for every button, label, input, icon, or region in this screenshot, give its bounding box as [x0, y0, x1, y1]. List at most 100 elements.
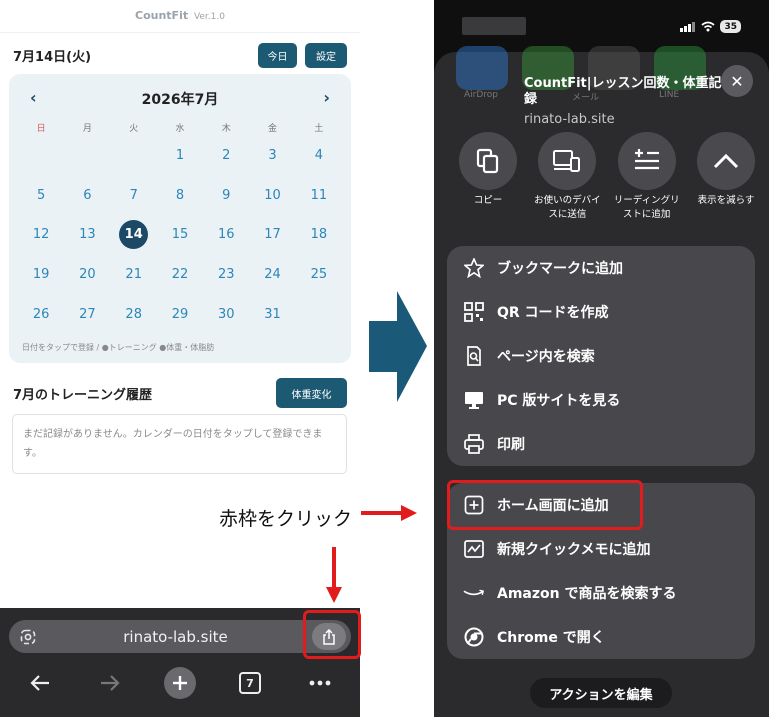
empty-day-cell	[64, 136, 110, 176]
day-number: 14	[119, 220, 149, 250]
url-text[interactable]: rinato-lab.site	[39, 628, 312, 646]
transition-arrow-icon	[369, 291, 427, 402]
weekday-label: 土	[314, 124, 324, 134]
send-to-device-action[interactable]: お使いのデバイスに送信	[531, 132, 603, 222]
find-in-page-item[interactable]: ページ内を検索	[447, 334, 755, 378]
tab-count: 7	[239, 672, 261, 694]
calendar-day[interactable]: 24	[249, 255, 295, 295]
day-number: 27	[79, 306, 96, 322]
empty-day-cell	[18, 136, 64, 176]
amazon-search-label: Amazon で商品を検索する	[497, 586, 677, 602]
empty-day-cell	[296, 294, 342, 334]
calendar-day[interactable]: 13	[64, 215, 110, 255]
calendar-day[interactable]: 1	[157, 136, 203, 176]
edit-actions-button[interactable]: アクションを編集	[530, 678, 672, 708]
share-highlight-frame	[303, 610, 361, 659]
day-number: 10	[264, 187, 281, 203]
calendar-day[interactable]: 7	[111, 176, 157, 216]
add-bookmark-label: ブックマークに追加	[497, 261, 623, 277]
desktop-icon	[465, 392, 483, 409]
calendar-day[interactable]: 6	[64, 176, 110, 216]
more-menu-button[interactable]	[300, 668, 340, 698]
print-label: 印刷	[497, 437, 525, 453]
open-in-chrome-label: Chrome で開く	[497, 630, 605, 646]
airdrop-app-icon[interactable]	[456, 46, 508, 90]
airdrop-label: AirDrop	[464, 90, 499, 100]
create-qr-item[interactable]: QR コードを作成	[447, 290, 755, 334]
address-bar[interactable]: rinato-lab.site	[9, 620, 351, 653]
calendar-day[interactable]: 30	[203, 294, 249, 334]
quick-note-label: 新規クイックメモに追加	[497, 542, 651, 558]
calendar-day[interactable]: 8	[157, 176, 203, 216]
calendar-day[interactable]: 11	[296, 176, 342, 216]
day-number: 1	[175, 148, 185, 164]
print-item[interactable]: 印刷	[447, 422, 755, 466]
reading-list-icon	[634, 149, 659, 170]
day-number: 29	[171, 306, 189, 322]
day-number: 20	[79, 267, 96, 283]
wifi-icon	[701, 21, 716, 32]
header-divider	[0, 32, 360, 33]
day-number: 9	[222, 187, 231, 203]
close-button[interactable]: ✕	[721, 65, 753, 97]
calendar-day[interactable]: 16	[203, 215, 249, 255]
open-in-chrome-item[interactable]: Chrome で開く	[447, 615, 755, 659]
quick-note-item[interactable]: 新規クイックメモに追加	[447, 527, 755, 571]
add-bookmark-item[interactable]: ブックマークに追加	[447, 246, 755, 290]
reading-list-action[interactable]: リーディングリストに追加	[611, 132, 683, 222]
calendar-day[interactable]: 9	[203, 176, 249, 216]
browser-toolbar: 7	[0, 663, 360, 703]
calendar-day[interactable]: 4	[296, 136, 342, 176]
calendar-day[interactable]: 21	[111, 255, 157, 295]
app-header: CountFit Ver.1.0	[0, 0, 360, 32]
weight-change-button[interactable]: 体重変化	[276, 378, 347, 408]
calendar-day[interactable]: 18	[296, 215, 342, 255]
history-empty-message: まだ記録がありません。カレンダーの日付をタップして登録できます。	[12, 414, 347, 474]
today-button[interactable]: 今日	[258, 42, 297, 68]
day-number: 4	[314, 148, 323, 164]
calendar-day[interactable]: 2	[203, 136, 249, 176]
calendar-day[interactable]: 27	[64, 294, 110, 334]
calendar-month-title: 2026年7月	[141, 92, 219, 108]
calendar-day[interactable]: 28	[111, 294, 157, 334]
weekday-label: 月	[82, 124, 92, 134]
back-arrow-icon	[30, 675, 49, 691]
find-in-page-label: ページ内を検索	[497, 349, 595, 365]
calendar-day[interactable]: 25	[296, 255, 342, 295]
calendar-day[interactable]: 26	[18, 294, 64, 334]
tab-switcher-button[interactable]: 7	[230, 668, 270, 698]
copy-action[interactable]: コピー	[452, 132, 524, 222]
print-icon	[464, 434, 484, 454]
new-tab-button[interactable]	[160, 667, 200, 699]
calendar-day[interactable]: 10	[249, 176, 295, 216]
next-month-button[interactable]: ›	[323, 88, 330, 107]
calendar-day[interactable]: 5	[18, 176, 64, 216]
weekday-label: 水	[175, 124, 185, 134]
settings-button[interactable]: 設定	[305, 42, 347, 68]
calendar-day[interactable]: 20	[64, 255, 110, 295]
calendar-day[interactable]: 31	[249, 294, 295, 334]
chevron-up-icon	[713, 153, 739, 169]
calendar-day[interactable]: 15	[157, 215, 203, 255]
day-number: 28	[125, 306, 142, 322]
back-button[interactable]	[20, 668, 60, 698]
calendar-day[interactable]: 29	[157, 294, 203, 334]
send-to-device-label: お使いのデバイスに送信	[534, 195, 601, 220]
day-number: 15	[171, 227, 189, 243]
show-less-action[interactable]: 表示を減らす	[690, 132, 762, 222]
desktop-site-item[interactable]: PC 版サイトを見る	[447, 378, 755, 422]
calendar-day[interactable]: 19	[18, 255, 64, 295]
create-qr-label: QR コードを作成	[497, 305, 609, 321]
calendar-day[interactable]: 22	[157, 255, 203, 295]
send-to-device-icon	[553, 150, 581, 172]
calendar-day[interactable]: 23	[203, 255, 249, 295]
calendar-day[interactable]: 14	[111, 215, 157, 255]
calendar-day[interactable]: 12	[18, 215, 64, 255]
qr-code-icon	[464, 302, 484, 322]
day-number: 3	[268, 148, 277, 164]
calendar-day[interactable]: 3	[249, 136, 295, 176]
star-icon	[464, 258, 484, 278]
forward-button[interactable]	[90, 668, 130, 698]
amazon-search-item[interactable]: Amazon で商品を検索する	[447, 571, 755, 615]
calendar-day[interactable]: 17	[249, 215, 295, 255]
